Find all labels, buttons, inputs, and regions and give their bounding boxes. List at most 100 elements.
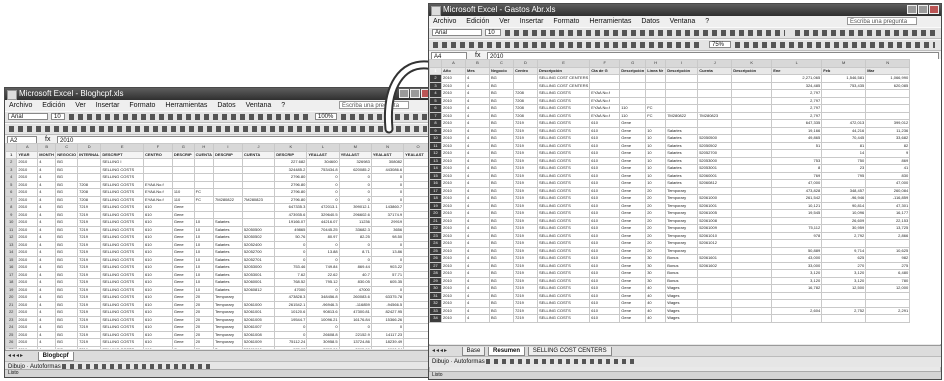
cell[interactable] [241, 158, 276, 167]
cell[interactable]: 610 [589, 194, 621, 203]
minimize-icon[interactable] [907, 5, 917, 14]
autoshapes-menu[interactable]: Autoformas [454, 359, 485, 365]
cell[interactable]: 44,216 [821, 126, 867, 135]
cell[interactable]: Gene [171, 255, 195, 264]
cell[interactable]: 4 [465, 179, 490, 188]
cell[interactable]: 4 [465, 299, 490, 308]
cell[interactable]: SELLING COSTS [100, 225, 145, 234]
cell[interactable]: 20 [193, 315, 215, 324]
cell[interactable]: -96946.3 [306, 300, 340, 309]
cell[interactable]: 4 [465, 269, 490, 278]
menu-ver[interactable]: Ver [75, 102, 86, 109]
cell[interactable]: SELLING COSTS [536, 216, 591, 225]
header-cell[interactable]: DESCRIP [171, 150, 195, 159]
cell[interactable]: 2010 [16, 240, 39, 249]
header-cell[interactable]: Descripción [665, 66, 699, 75]
cell[interactable]: 2010 [16, 270, 39, 279]
cell[interactable]: 2796.80 [274, 173, 308, 182]
column-header[interactable]: F [143, 143, 173, 152]
cell[interactable]: 18239.49 [370, 338, 405, 347]
cell[interactable]: 4 [465, 261, 490, 270]
cell[interactable] [241, 173, 276, 182]
header-cell[interactable]: Cta de G [589, 66, 621, 75]
cell[interactable]: 10 [193, 248, 215, 257]
row-number[interactable]: 10 [429, 134, 442, 143]
cell[interactable]: 610 [589, 306, 621, 315]
cell[interactable]: 2796.80 [274, 180, 308, 189]
menu-archivo[interactable]: Archivo [433, 18, 456, 25]
cell[interactable]: EYAA No.f [589, 96, 621, 105]
cell[interactable]: 2010 [16, 180, 39, 189]
cell[interactable]: 308082 [370, 158, 405, 167]
cell[interactable]: BG [489, 194, 514, 203]
cell[interactable]: Gene [619, 224, 647, 233]
cell[interactable]: Gene [619, 149, 647, 158]
cell[interactable]: 10 [645, 149, 667, 158]
header-cell[interactable]: Feb [821, 66, 867, 75]
column-header[interactable]: A [16, 143, 39, 152]
cell[interactable] [77, 165, 102, 174]
cell[interactable]: 6960.84 [370, 345, 405, 349]
cell[interactable]: SELLING COSTS [536, 156, 591, 165]
cell[interactable]: 2010 [441, 269, 466, 278]
column-header[interactable]: L [306, 143, 340, 152]
cell[interactable]: 10 [645, 126, 667, 135]
cell[interactable]: SELLING COSTS [536, 194, 591, 203]
cell[interactable]: 2,797 [771, 96, 823, 105]
cell[interactable]: 7208 [77, 180, 102, 189]
menu-formato[interactable]: Formato [553, 18, 579, 25]
cell[interactable]: 610 [589, 276, 621, 285]
column-header[interactable]: J [241, 143, 276, 152]
cell[interactable]: 4 [465, 171, 490, 180]
cell[interactable]: 869 [865, 156, 911, 165]
cell[interactable] [731, 231, 773, 240]
cell[interactable]: 10 [193, 270, 215, 279]
cell[interactable]: 10 [645, 141, 667, 150]
menu-ventana[interactable]: Ventana [670, 18, 696, 25]
cell[interactable]: 7219 [513, 299, 538, 308]
cell[interactable]: BG [55, 248, 79, 257]
cell[interactable] [821, 179, 867, 188]
cell[interactable]: SELLING COSTS [100, 188, 145, 197]
cell[interactable] [731, 149, 773, 158]
cell[interactable]: Gene [171, 210, 195, 219]
cell[interactable]: 0 [370, 195, 405, 204]
cell[interactable]: SELLING COSTS [100, 218, 145, 227]
cell[interactable]: 7208 [513, 89, 538, 98]
cell[interactable]: 52060001 [241, 278, 276, 287]
cell[interactable] [589, 81, 621, 90]
cell[interactable]: Salaries [665, 156, 699, 165]
cell[interactable]: Salaries [665, 141, 699, 150]
cell[interactable]: 52061001 [697, 201, 733, 210]
cell[interactable]: Salaries [665, 171, 699, 180]
cell[interactable]: BG [489, 186, 514, 195]
cell[interactable]: Salaries [665, 134, 699, 143]
cell[interactable] [731, 179, 773, 188]
cell[interactable]: 10 [193, 233, 215, 242]
cell[interactable]: Temporary [213, 323, 243, 332]
cell[interactable]: 110 [171, 195, 195, 204]
cell[interactable]: 7219 [77, 315, 102, 324]
row-number[interactable]: 18 [5, 278, 18, 287]
cell[interactable]: 52053001 [241, 270, 276, 279]
cell[interactable]: 7219 [77, 278, 102, 287]
cell[interactable]: 2010 [441, 179, 466, 188]
cell[interactable]: 4 [465, 126, 490, 135]
cell[interactable]: Wages [665, 291, 699, 300]
cell[interactable]: 2010 [16, 345, 39, 349]
row-number[interactable]: 3 [429, 81, 442, 90]
cell[interactable]: Gene [619, 231, 647, 240]
cell[interactable] [143, 158, 173, 167]
cell[interactable]: 20 [193, 300, 215, 309]
cell[interactable]: 13724.86 [338, 338, 372, 347]
cell[interactable] [193, 165, 215, 174]
column-header[interactable]: K [731, 59, 773, 68]
menu-formato[interactable]: Formato [129, 102, 155, 109]
cell[interactable]: BG [55, 180, 79, 189]
row-number[interactable]: 4 [5, 173, 18, 182]
cell[interactable] [731, 134, 773, 143]
cell[interactable]: FC [645, 104, 667, 113]
row-number[interactable]: 25 [5, 330, 18, 339]
cell[interactable]: SELLING COSTS [100, 263, 145, 272]
cell[interactable]: 2010 [441, 149, 466, 158]
